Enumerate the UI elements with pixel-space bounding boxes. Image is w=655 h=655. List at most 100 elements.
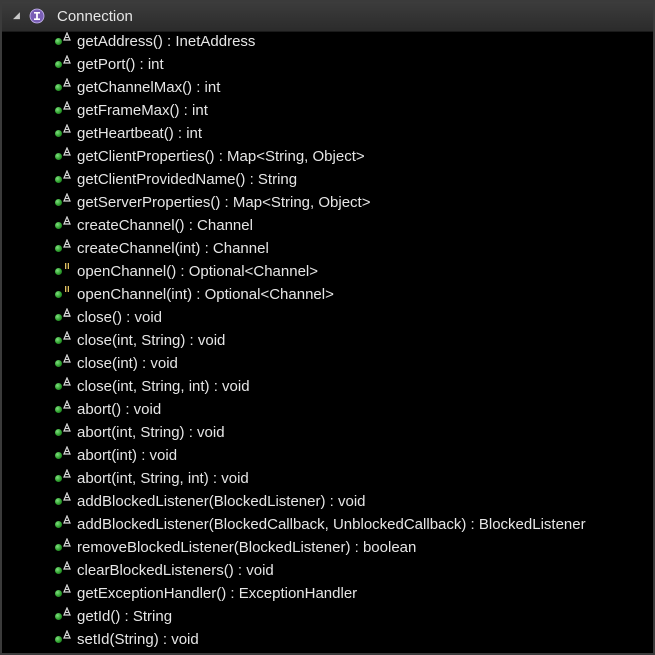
abstract-icon xyxy=(63,78,71,87)
outline-view: ◢ Connection getAddress() : InetAddress g… xyxy=(0,0,655,655)
member-list: getAddress() : InetAddress getPort() : in… xyxy=(2,30,653,651)
member-signature: close(int, String, int) : void xyxy=(77,378,250,395)
abstract-icon xyxy=(63,55,71,64)
member-signature: getId() : String xyxy=(77,608,173,625)
member-row[interactable]: abort(int, String, int) : void xyxy=(2,467,653,490)
public-method-icon xyxy=(55,521,62,528)
member-signature: getServerProperties() : Map<String, Obje… xyxy=(77,194,371,211)
abstract-icon xyxy=(63,377,71,386)
public-method-icon xyxy=(55,429,62,436)
abstract-icon xyxy=(63,124,71,133)
public-method-icon xyxy=(55,245,62,252)
public-method-icon xyxy=(55,360,62,367)
member-signature: abort(int) : void xyxy=(77,447,178,464)
member-row[interactable]: getId() : String xyxy=(2,605,653,628)
abstract-icon xyxy=(63,584,71,593)
public-method-icon xyxy=(55,153,62,160)
abstract-icon xyxy=(63,216,71,225)
public-method-icon xyxy=(55,498,62,505)
member-row[interactable]: createChannel(int) : Channel xyxy=(2,237,653,260)
member-signature: removeBlockedListener(BlockedListener) :… xyxy=(77,539,417,556)
abstract-icon xyxy=(63,170,71,179)
default-method-icon xyxy=(65,286,69,292)
member-row[interactable]: close(int, String) : void xyxy=(2,329,653,352)
abstract-icon xyxy=(63,239,71,248)
member-signature: close() : void xyxy=(77,309,163,326)
member-row[interactable]: removeBlockedListener(BlockedListener) :… xyxy=(2,536,653,559)
public-method-icon xyxy=(55,38,62,45)
public-method-icon xyxy=(55,383,62,390)
member-row[interactable]: getExceptionHandler() : ExceptionHandler xyxy=(2,582,653,605)
member-signature: getChannelMax() : int xyxy=(77,79,221,96)
public-method-icon xyxy=(55,107,62,114)
member-signature: abort(int, String) : void xyxy=(77,424,225,441)
member-row[interactable]: abort(int, String) : void xyxy=(2,421,653,444)
member-signature: getExceptionHandler() : ExceptionHandler xyxy=(77,585,358,602)
member-signature: setId(String) : void xyxy=(77,631,199,648)
member-row[interactable]: getAddress() : InetAddress xyxy=(2,30,653,53)
member-signature: getClientProvidedName() : String xyxy=(77,171,298,188)
public-method-icon xyxy=(55,84,62,91)
member-row[interactable]: abort(int) : void xyxy=(2,444,653,467)
public-method-icon xyxy=(55,176,62,183)
abstract-icon xyxy=(63,446,71,455)
abstract-icon xyxy=(63,607,71,616)
abstract-icon xyxy=(63,400,71,409)
member-row[interactable]: getChannelMax() : int xyxy=(2,76,653,99)
member-row[interactable]: clearBlockedListeners() : void xyxy=(2,559,653,582)
member-signature: getClientProperties() : Map<String, Obje… xyxy=(77,148,365,165)
type-name: Connection xyxy=(57,8,133,25)
abstract-icon xyxy=(63,469,71,478)
public-method-icon xyxy=(55,406,62,413)
public-method-icon xyxy=(55,268,62,275)
public-method-icon xyxy=(55,590,62,597)
member-row[interactable]: close(int, String, int) : void xyxy=(2,375,653,398)
member-signature: createChannel(int) : Channel xyxy=(77,240,269,257)
interface-icon xyxy=(29,8,45,24)
default-method-icon xyxy=(65,263,69,269)
abstract-icon xyxy=(63,101,71,110)
abstract-icon xyxy=(63,331,71,340)
member-row[interactable]: getPort() : int xyxy=(2,53,653,76)
public-method-icon xyxy=(55,222,62,229)
member-row[interactable]: openChannel(int) : Optional<Channel> xyxy=(2,283,653,306)
member-signature: getAddress() : InetAddress xyxy=(77,33,256,50)
public-method-icon xyxy=(55,544,62,551)
member-row[interactable]: getClientProperties() : Map<String, Obje… xyxy=(2,145,653,168)
abstract-icon xyxy=(63,32,71,41)
member-row[interactable]: close() : void xyxy=(2,306,653,329)
public-method-icon xyxy=(55,291,62,298)
abstract-icon xyxy=(63,147,71,156)
member-signature: addBlockedListener(BlockedCallback, Unbl… xyxy=(77,516,586,533)
collapse-triangle-icon[interactable]: ◢ xyxy=(13,10,23,20)
member-signature: abort() : void xyxy=(77,401,162,418)
member-signature: createChannel() : Channel xyxy=(77,217,253,234)
member-row[interactable]: getHeartbeat() : int xyxy=(2,122,653,145)
member-signature: getHeartbeat() : int xyxy=(77,125,203,142)
abstract-icon xyxy=(63,561,71,570)
member-row[interactable]: addBlockedListener(BlockedCallback, Unbl… xyxy=(2,513,653,536)
public-method-icon xyxy=(55,636,62,643)
member-row[interactable]: setId(String) : void xyxy=(2,628,653,651)
type-node-row[interactable]: ◢ Connection xyxy=(2,2,653,32)
public-method-icon xyxy=(55,130,62,137)
member-row[interactable]: getClientProvidedName() : String xyxy=(2,168,653,191)
member-row[interactable]: abort() : void xyxy=(2,398,653,421)
member-signature: getPort() : int xyxy=(77,56,164,73)
member-row[interactable]: close(int) : void xyxy=(2,352,653,375)
abstract-icon xyxy=(63,538,71,547)
public-method-icon xyxy=(55,199,62,206)
member-row[interactable]: addBlockedListener(BlockedListener) : vo… xyxy=(2,490,653,513)
abstract-icon xyxy=(63,515,71,524)
public-method-icon xyxy=(55,613,62,620)
public-method-icon xyxy=(55,452,62,459)
member-row[interactable]: createChannel() : Channel xyxy=(2,214,653,237)
member-signature: close(int) : void xyxy=(77,355,178,372)
member-row[interactable]: getFrameMax() : int xyxy=(2,99,653,122)
override-abstract-icon xyxy=(63,308,71,317)
public-method-icon xyxy=(55,475,62,482)
public-method-icon xyxy=(55,567,62,574)
member-row[interactable]: getServerProperties() : Map<String, Obje… xyxy=(2,191,653,214)
member-row[interactable]: openChannel() : Optional<Channel> xyxy=(2,260,653,283)
member-signature: getFrameMax() : int xyxy=(77,102,208,119)
